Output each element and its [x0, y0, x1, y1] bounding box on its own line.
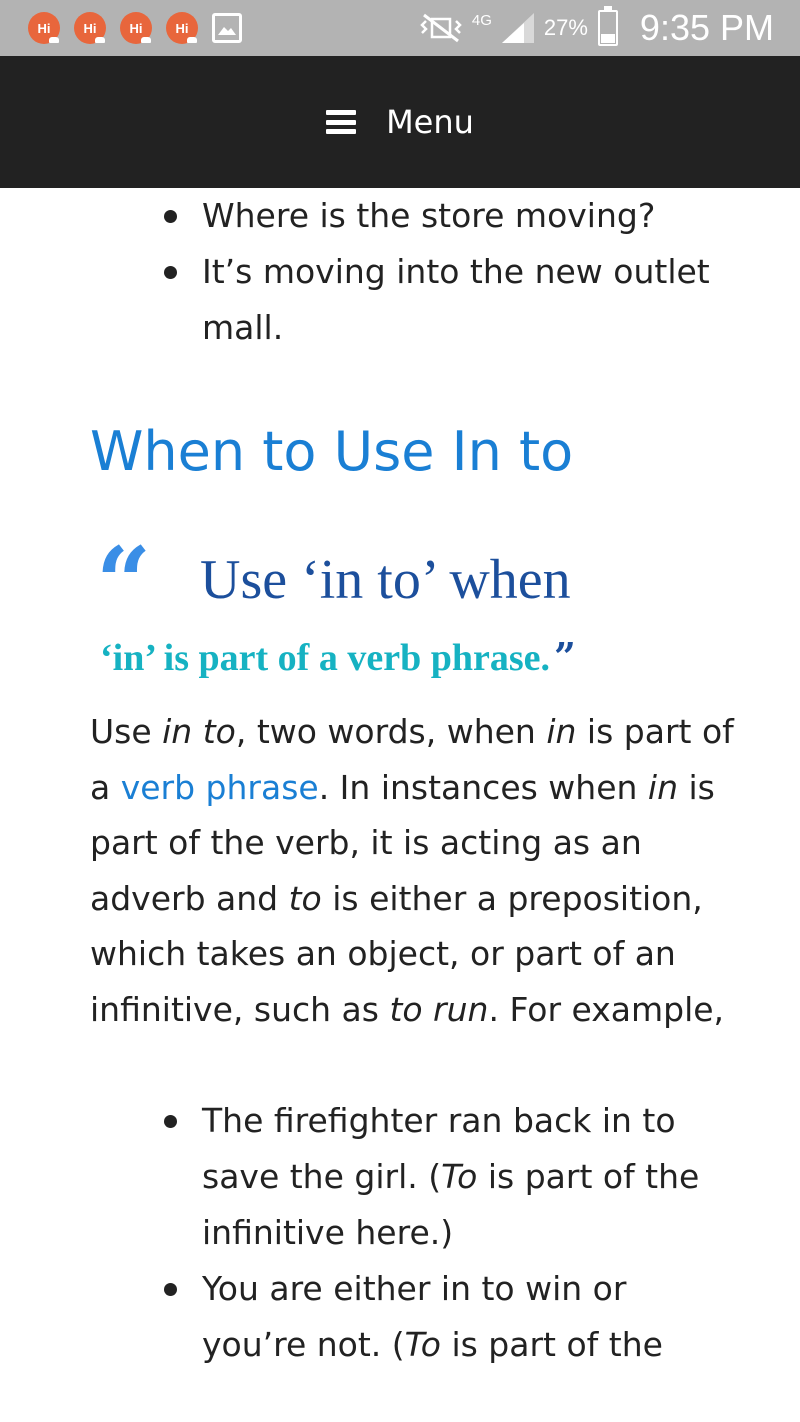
signal-icon — [501, 13, 534, 43]
battery-percentage: 27% — [543, 15, 588, 40]
verb-phrase-link[interactable]: verb phrase — [121, 768, 319, 807]
open-quote-icon: “ — [96, 526, 152, 639]
menu-label: Menu — [386, 103, 474, 141]
battery-icon — [597, 6, 618, 46]
close-quote-icon: ” — [554, 634, 576, 679]
menu-toggle[interactable]: Menu — [0, 56, 800, 188]
hi-app-notification-icon: Hi — [120, 12, 152, 44]
clock: 9:35 PM — [639, 7, 774, 48]
pull-quote: “ Use ‘in to’ when ‘in’ is part of a ver… — [96, 526, 716, 692]
list-item: You are either in to win or you’re not. … — [164, 1261, 740, 1373]
vibrate-icon — [420, 13, 462, 43]
status-indicators: 4G 27% 9:35 PM — [418, 0, 774, 56]
image-notification-icon — [212, 13, 242, 43]
example-list: Where is the store moving? It’s moving i… — [0, 188, 800, 356]
article-content: Where is the store moving? It’s moving i… — [0, 188, 800, 1373]
section-heading: When to Use In to — [90, 420, 574, 483]
quote-line-1: Use ‘in to’ when — [200, 549, 571, 611]
hamburger-icon — [326, 110, 357, 134]
list-item: The firefighter ran back in to save the … — [164, 1093, 740, 1261]
hi-app-notification-icon: Hi — [74, 12, 106, 44]
network-type: 4G — [471, 11, 492, 29]
hi-app-notification-icon: Hi — [28, 12, 60, 44]
example-list: The firefighter ran back in to save the … — [0, 1093, 800, 1373]
list-item: Where is the store moving? — [164, 188, 740, 244]
explanation-paragraph: Use in to, two words, when in is part of… — [90, 712, 734, 1029]
status-bar: Hi Hi Hi Hi 4G 27% 9:35 PM — [0, 0, 800, 56]
list-item: It’s moving into the new outlet mall. — [164, 244, 740, 356]
quote-line-2: ‘in’ is part of a verb phrase.” — [100, 634, 576, 679]
notification-icons: Hi Hi Hi Hi — [28, 12, 242, 44]
hi-app-notification-icon: Hi — [166, 12, 198, 44]
